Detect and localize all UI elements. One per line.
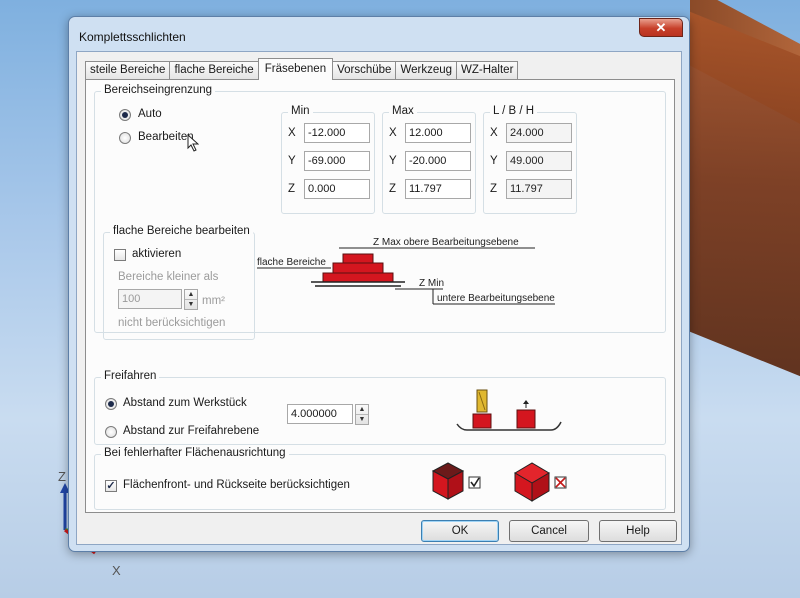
spin-down-icon[interactable]: ▼ [185, 300, 197, 310]
group-flache-legend: flache Bereiche bearbeiten [110, 225, 253, 237]
radio-abstand-freifahrebene[interactable] [105, 426, 117, 438]
group-freifahren: Freifahren Abstand zum Werkstück Abstand… [94, 370, 666, 445]
close-button[interactable]: ✕ [639, 18, 683, 37]
spin-down-icon[interactable]: ▼ [356, 415, 368, 425]
lbh-x-value: 24.000 [506, 123, 572, 143]
group-flache-bereiche: flache Bereiche bearbeiten aktivieren Be… [103, 225, 255, 340]
group-bereichseingrenzung: Bereichseingrenzung Auto Bearbeiten Min … [94, 84, 666, 340]
lbh-z-value: 11.797 [506, 179, 572, 199]
flache-bereiche-diagram: Z Max obere Bearbeitungsebene flache Ber… [257, 237, 555, 305]
nicht-beruecksichtigen-label: nicht berücksichtigen [118, 317, 226, 329]
group-lbh-title: L / B / H [490, 105, 538, 117]
group-flaechenausrichtung: Bei fehlerhafter Flächenausrichtung ✓ Fl… [94, 447, 666, 510]
aktivieren-checkbox[interactable] [114, 249, 126, 261]
diagram-zmax-label: Z Max obere Bearbeitungsebene [373, 237, 519, 248]
max-z-input[interactable]: 11.797 [405, 179, 471, 199]
background-wooden-block [690, 11, 800, 389]
radio-auto[interactable] [119, 109, 131, 121]
spin-up-icon[interactable]: ▲ [356, 405, 368, 415]
cancel-button[interactable]: Cancel [509, 520, 589, 542]
lbh-x-axis-label: X [490, 127, 498, 139]
titlebar: Komplettsschlichten ✕ [69, 17, 689, 51]
window-title: Komplettsschlichten [79, 30, 186, 44]
min-z-axis-label: Z [288, 183, 296, 195]
flache-size-input[interactable]: 100 [118, 289, 182, 309]
radio-auto-label[interactable]: Auto [138, 108, 162, 120]
tab-strip: steile Bereiche flache Bereiche Fräseben… [85, 58, 519, 80]
tab-flache-bereiche[interactable]: flache Bereiche [169, 61, 259, 80]
group-min-title: Min [288, 105, 313, 117]
min-x-axis-label: X [288, 127, 296, 139]
freifahren-diagram [456, 389, 562, 431]
tab-steile-bereiche[interactable]: steile Bereiche [85, 61, 171, 80]
diagram-flache-label: flache Bereiche [257, 257, 326, 268]
radio-abstand-freifahrebene-label[interactable]: Abstand zur Freifahrebene [123, 425, 259, 437]
lbh-y-axis-label: Y [490, 155, 498, 167]
aktivieren-label[interactable]: aktivieren [132, 248, 181, 260]
tab-vorschuebe[interactable]: Vorschübe [332, 61, 397, 80]
max-x-axis-label: X [389, 127, 397, 139]
radio-bearbeiten-label[interactable]: Bearbeiten [138, 131, 194, 143]
diagram-untere-label: untere Bearbeitungsebene [437, 293, 555, 304]
flaechenfront-checkbox[interactable]: ✓ [105, 480, 117, 492]
max-x-input[interactable]: 12.000 [405, 123, 471, 143]
dialog-window: Komplettsschlichten ✕ steile Bereiche fl… [68, 16, 690, 552]
help-button[interactable]: Help [599, 520, 677, 542]
flaechenfront-label[interactable]: Flächenfront- und Rückseite berücksichti… [123, 479, 350, 491]
ok-button[interactable]: OK [421, 520, 499, 542]
group-min: Min X Y Z -12.000 -69.000 0.000 [281, 105, 375, 214]
close-icon: ✕ [655, 20, 667, 35]
group-bereichseingrenzung-legend: Bereichseingrenzung [101, 84, 216, 96]
freifahren-value-input[interactable]: 4.000000 [287, 404, 353, 424]
tab-fraesebenen[interactable]: Fräsebenen [257, 58, 334, 80]
max-y-axis-label: Y [389, 155, 397, 167]
cube-dark-top-icon [431, 462, 481, 500]
radio-abstand-werkstueck-label[interactable]: Abstand zum Werkstück [123, 397, 247, 409]
min-y-axis-label: Y [288, 155, 296, 167]
spin-up-icon[interactable]: ▲ [185, 290, 197, 300]
dialog-client: steile Bereiche flache Bereiche Fräseben… [76, 51, 682, 545]
min-z-input[interactable]: 0.000 [304, 179, 370, 199]
lbh-z-axis-label: Z [490, 183, 498, 195]
group-max-title: Max [389, 105, 417, 117]
tab-panel-fraesebenen: Bereichseingrenzung Auto Bearbeiten Min … [85, 79, 675, 513]
cube-red-icon [514, 462, 567, 502]
group-freifahren-legend: Freifahren [101, 370, 160, 382]
axis-x-label: X [112, 563, 121, 578]
bereiche-kleiner-label: Bereiche kleiner als [118, 271, 219, 283]
min-x-input[interactable]: -12.000 [304, 123, 370, 143]
group-lbh: L / B / H X Y Z 24.000 49.000 11.797 [483, 105, 577, 214]
axis-z-label: Z [58, 469, 66, 484]
tab-wz-halter[interactable]: WZ-Halter [456, 61, 519, 80]
flache-size-spinner[interactable]: ▲ ▼ [184, 289, 198, 310]
group-max: Max X Y Z 12.000 -20.000 11.797 [382, 105, 476, 214]
flache-unit-label: mm² [202, 295, 225, 307]
radio-bearbeiten[interactable] [119, 132, 131, 144]
radio-abstand-werkstueck[interactable] [105, 398, 117, 410]
diagram-zmin-label: Z Min [419, 278, 444, 289]
max-y-input[interactable]: -20.000 [405, 151, 471, 171]
max-z-axis-label: Z [389, 183, 397, 195]
mouse-cursor-icon [187, 134, 199, 152]
lbh-y-value: 49.000 [506, 151, 572, 171]
tab-werkzeug[interactable]: Werkzeug [395, 61, 458, 80]
min-y-input[interactable]: -69.000 [304, 151, 370, 171]
freifahren-spinner[interactable]: ▲ ▼ [355, 404, 369, 425]
group-flaechenausrichtung-legend: Bei fehlerhafter Flächenausrichtung [101, 447, 289, 459]
